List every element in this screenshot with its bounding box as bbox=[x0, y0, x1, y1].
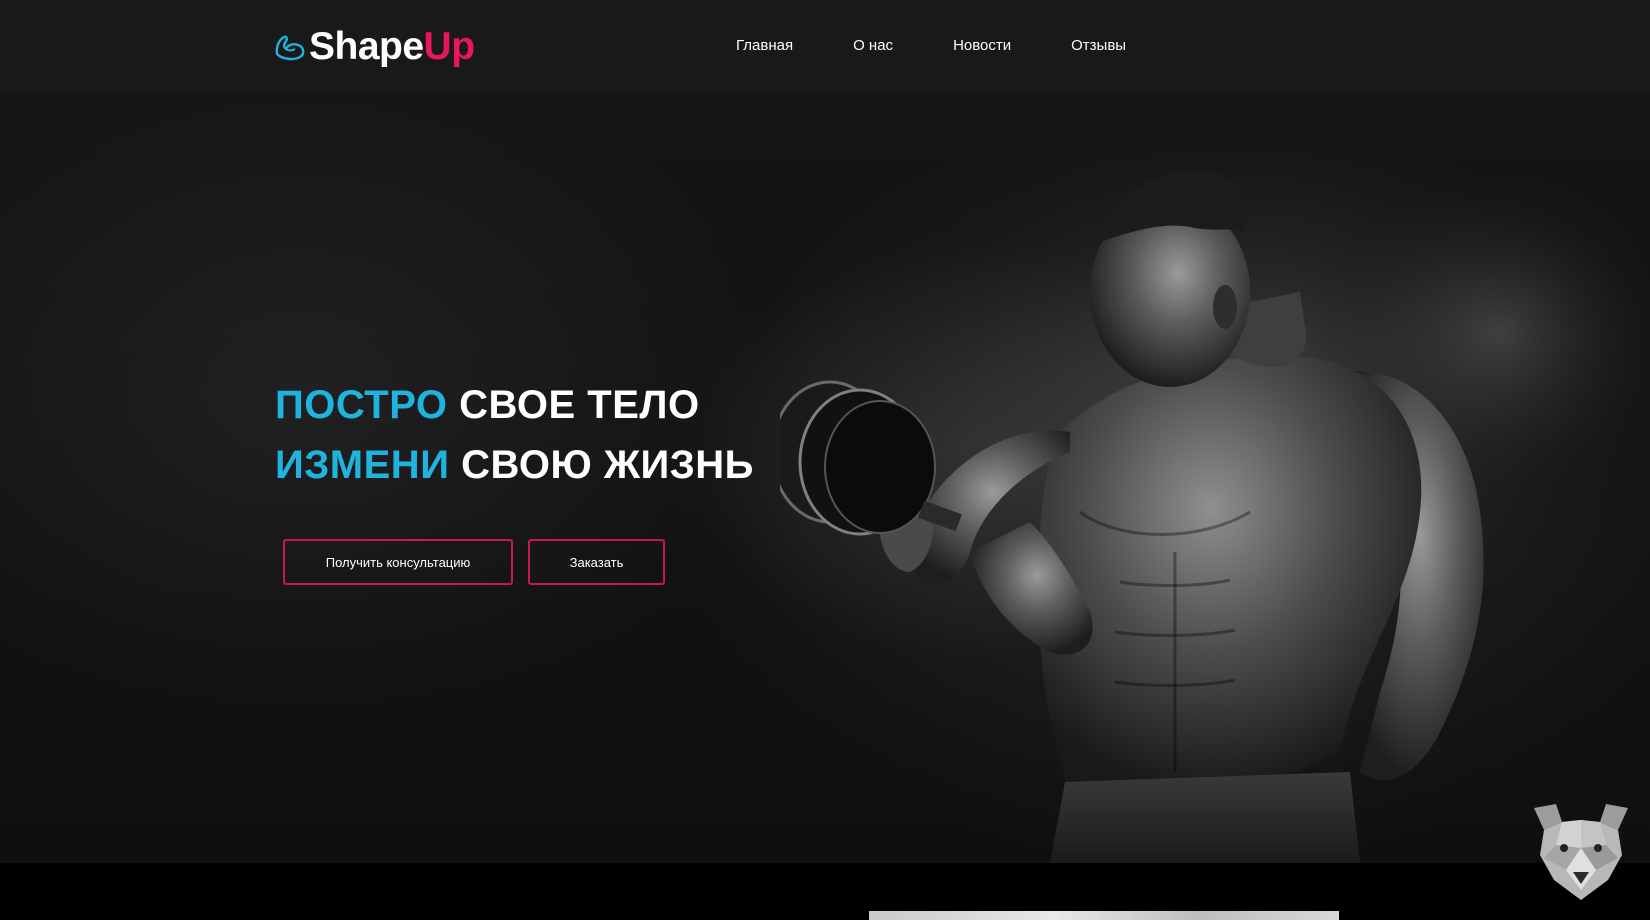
nav-link-news[interactable]: Новости bbox=[953, 36, 1011, 56]
logo-text-up: Up bbox=[423, 25, 476, 68]
headline-line2-accent: ИЗМЕНИ bbox=[275, 443, 450, 487]
page: ShapeUp Главная О нас Новости Отзывы ПОС… bbox=[0, 0, 1650, 920]
logo-text: ShapeUp bbox=[309, 25, 475, 69]
flexed-arm-icon bbox=[275, 35, 305, 61]
main-nav: Главная О нас Новости Отзывы bbox=[736, 36, 1186, 56]
hero-headline: ПОСТРО СВОЕ ТЕЛО ИЗМЕНИ СВОЮ ЖИЗНЬ bbox=[275, 375, 754, 495]
order-button[interactable]: Заказать bbox=[528, 539, 665, 585]
next-section bbox=[0, 863, 1650, 920]
site-header: ShapeUp Главная О нас Новости Отзывы bbox=[0, 0, 1650, 92]
polygon-bear-icon[interactable] bbox=[1526, 800, 1636, 906]
headline-line2-rest: СВОЮ ЖИЗНЬ bbox=[461, 443, 754, 487]
nav-link-reviews[interactable]: Отзывы bbox=[1071, 36, 1126, 56]
logo-text-shape: Shape bbox=[309, 25, 424, 68]
nav-link-about[interactable]: О нас bbox=[853, 36, 893, 56]
headline-line1-rest: СВОЕ ТЕЛО bbox=[459, 383, 700, 427]
headline-line1-accent: ПОСТРО bbox=[275, 383, 448, 427]
consultation-button[interactable]: Получить консультацию bbox=[283, 539, 513, 585]
section-image bbox=[869, 911, 1339, 920]
nav-link-home[interactable]: Главная bbox=[736, 36, 793, 56]
bodybuilder-with-dumbbell-photo bbox=[780, 132, 1650, 863]
logo[interactable]: ShapeUp bbox=[273, 25, 475, 69]
hero-section: ПОСТРО СВОЕ ТЕЛО ИЗМЕНИ СВОЮ ЖИЗНЬ Получ… bbox=[0, 92, 1650, 863]
